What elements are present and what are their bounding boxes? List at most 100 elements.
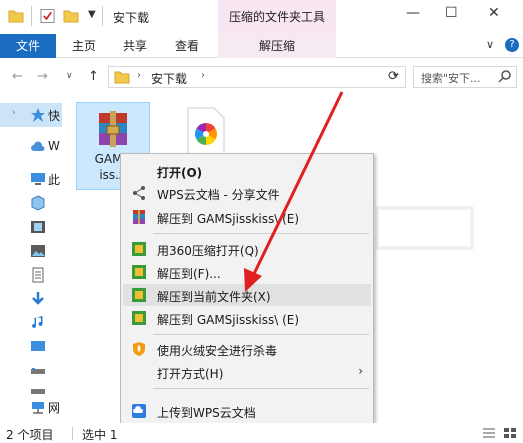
title-bar: ▼ 安下载 压缩的文件夹工具 — ☐ ✕ (0, 0, 523, 34)
winrar-icon (133, 210, 145, 224)
huorong-shield-icon (133, 342, 145, 356)
help-icon[interactable]: ? (505, 38, 519, 52)
tab-extract[interactable]: 解压缩 (218, 34, 336, 58)
video-icon (31, 221, 45, 233)
sidebar-item-desktop[interactable] (0, 335, 62, 359)
ribbon-tabs: 文件 主页 共享 查看 解压缩 ∨ ? (0, 34, 523, 58)
360-zip-icon (132, 311, 146, 325)
sidebar-item-3d-objects[interactable] (0, 191, 62, 215)
menu-item-open-with[interactable]: 打开方式(H) › (123, 361, 371, 383)
star-icon (31, 108, 45, 122)
sidebar-item-network[interactable]: 网 (0, 395, 62, 419)
breadcrumb[interactable]: 安下载 (151, 70, 187, 87)
tab-view[interactable]: 查看 (175, 34, 199, 58)
sidebar-item-documents[interactable] (0, 263, 62, 287)
menu-item-label: 打开(O) (157, 166, 203, 180)
menu-item-label: 解压到(F)... (157, 267, 221, 281)
close-button[interactable]: ✕ (488, 5, 500, 21)
desktop-icon (31, 341, 45, 351)
divider (72, 427, 73, 440)
status-bar: 2 个项目 选中 1 (0, 423, 523, 443)
search-icon (498, 70, 511, 83)
navigation-pane: › 快 W 此 网 (0, 95, 62, 415)
menu-item-open[interactable]: 打开(O) (123, 160, 371, 182)
sidebar-item-music[interactable] (0, 311, 62, 335)
sidebar-item-label: 快 (48, 109, 61, 123)
menu-item-extract-here[interactable]: 解压到当前文件夹(X) (123, 284, 371, 306)
new-folder-icon[interactable] (63, 8, 79, 24)
chevron-right-icon[interactable]: › (201, 70, 205, 81)
menu-item-label: 用360压缩打开(Q) (157, 244, 259, 258)
chevron-right-icon[interactable]: › (137, 70, 141, 81)
customize-quick-access-icon[interactable]: ▼ (88, 9, 96, 20)
computer-icon (31, 173, 45, 185)
menu-item-label: 解压到 GAMSjisskiss\ (E) (157, 313, 300, 327)
properties-icon[interactable] (40, 8, 55, 24)
sidebar-item-quick-access[interactable]: › 快 (0, 103, 62, 127)
share-icon (133, 186, 145, 200)
document-icon (32, 267, 44, 283)
menu-separator (153, 334, 369, 335)
cloud-icon (31, 141, 45, 151)
tab-home[interactable]: 主页 (72, 34, 96, 58)
drive-icon (31, 368, 45, 374)
network-icon (32, 402, 44, 414)
360-zip-icon (132, 242, 146, 256)
menu-item-extract-to[interactable]: 解压到(F)... (123, 261, 371, 283)
menu-item-wps-share[interactable]: WPS云文档 - 分享文件 (123, 182, 371, 204)
menu-item-huorong-scan[interactable]: 使用火绒安全进行杀毒 (123, 338, 371, 360)
folder-icon (114, 71, 130, 84)
sidebar-item-label: 网 (48, 401, 61, 415)
menu-item-label: 解压到当前文件夹(X) (157, 290, 271, 304)
menu-item-open-with-360[interactable]: 用360压缩打开(Q) (123, 238, 371, 260)
sidebar-item-pictures[interactable] (0, 239, 62, 263)
details-view-icon[interactable] (482, 427, 496, 439)
sidebar-item-videos[interactable] (0, 215, 62, 239)
divider (102, 6, 103, 26)
folder-icon[interactable] (8, 8, 24, 24)
context-menu: 打开(O) WPS云文档 - 分享文件 解压到 GAMSjisskiss\ (E… (120, 153, 374, 443)
search-placeholder: 搜索"安下... (421, 72, 481, 85)
minimize-button[interactable]: — (406, 5, 420, 21)
menu-item-label: WPS云文档 - 分享文件 (157, 188, 280, 202)
address-bar[interactable]: › 安下载 › ∨ (108, 66, 406, 88)
sidebar-item-this-pc[interactable]: 此 (0, 167, 62, 191)
forward-arrow-icon[interactable]: → (37, 69, 48, 84)
music-icon (32, 316, 43, 328)
tab-file[interactable]: 文件 (0, 34, 56, 58)
winrar-archive-icon (99, 111, 127, 147)
selection-count: 选中 1 (82, 428, 118, 442)
menu-separator (153, 233, 369, 234)
up-arrow-icon[interactable]: ↑ (88, 69, 99, 84)
back-arrow-icon[interactable]: ← (12, 69, 23, 84)
sidebar-item-label: W (48, 139, 60, 153)
sidebar-item-downloads[interactable] (0, 287, 62, 311)
navigation-bar: ← → ∨ ↑ › 安下载 › ∨ ⟳ 搜索"安下... (0, 59, 523, 95)
large-icons-view-icon[interactable] (503, 427, 517, 439)
menu-item-label: 上传到WPS云文档 (157, 406, 256, 420)
expand-ribbon-icon[interactable]: ∨ (486, 38, 494, 51)
maximize-button[interactable]: ☐ (445, 5, 458, 21)
download-icon (32, 292, 44, 305)
image-icon (31, 245, 45, 257)
sidebar-item-wps[interactable]: W (0, 135, 62, 159)
menu-separator (153, 388, 369, 389)
menu-item-extract-to-named[interactable]: 解压到 GAMSjisskiss\ (E) (123, 307, 371, 329)
menu-item-upload-wps[interactable]: 上传到WPS云文档 (123, 400, 371, 422)
item-count: 2 个项目 (6, 428, 54, 442)
compressed-folder-tools-label: 压缩的文件夹工具 (218, 0, 336, 34)
search-input[interactable]: 搜索"安下... (413, 66, 517, 88)
recent-locations-icon[interactable]: ∨ (66, 71, 73, 81)
menu-item-extract-to-folder[interactable]: 解压到 GAMSjisskiss\ (E) (123, 206, 371, 228)
object-icon (31, 195, 45, 211)
chevron-right-icon: › (358, 364, 363, 378)
sidebar-item-label: 此 (48, 173, 61, 187)
menu-item-label: 解压到 GAMSjisskiss\ (E) (157, 212, 300, 226)
360-zip-icon (132, 265, 146, 279)
window-title: 安下载 (113, 11, 150, 25)
chevron-right-icon[interactable]: › (12, 108, 16, 118)
tab-share[interactable]: 共享 (123, 34, 147, 58)
photos-app-icon[interactable] (180, 106, 230, 156)
refresh-icon[interactable]: ⟳ (388, 69, 399, 84)
360-zip-icon (132, 288, 146, 302)
